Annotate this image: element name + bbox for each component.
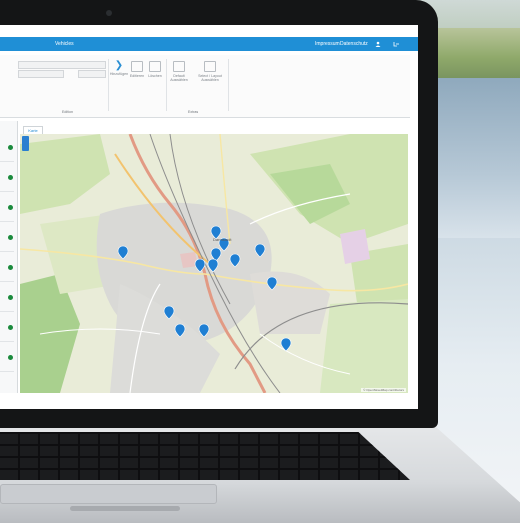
map-city-label: Darmstadt bbox=[213, 237, 232, 242]
datenschutz-link[interactable]: Datenschutz bbox=[340, 41, 368, 47]
list-item[interactable] bbox=[0, 135, 14, 162]
list-item[interactable] bbox=[0, 165, 14, 192]
list-item[interactable] bbox=[0, 345, 14, 372]
default-select-button[interactable]: Default Auswählen bbox=[168, 61, 190, 82]
list-item[interactable] bbox=[0, 195, 14, 222]
status-dot bbox=[8, 355, 13, 360]
map-view[interactable]: Darmstadt © OpenStreetMap contributors bbox=[20, 134, 408, 393]
edit-icon bbox=[131, 61, 143, 72]
status-dot bbox=[8, 175, 13, 180]
ribbon-toolbar: ❯ Hinzufügen Editieren Löschen Default A… bbox=[0, 55, 410, 118]
status-dot bbox=[8, 295, 13, 300]
ribbon-group-label-2: Extras bbox=[188, 110, 199, 114]
filter-icon bbox=[173, 61, 185, 72]
ribbon-field-2[interactable] bbox=[18, 70, 64, 78]
map-attribution: © OpenStreetMap contributors bbox=[361, 388, 406, 392]
ribbon-group-label: Edition bbox=[62, 110, 73, 114]
zoom-control[interactable] bbox=[22, 136, 29, 151]
delete-button-label: Löschen bbox=[148, 74, 162, 78]
laptop-trackpad bbox=[0, 484, 217, 504]
default-select-label: Default Auswählen bbox=[170, 74, 188, 82]
list-item[interactable] bbox=[0, 285, 14, 312]
layout-select-button[interactable]: Select / Layout Auswählen bbox=[194, 61, 226, 82]
list-item[interactable] bbox=[0, 255, 14, 282]
tab-map[interactable]: Karte bbox=[23, 126, 43, 134]
map-canvas bbox=[20, 134, 408, 393]
app-titlebar: Vehicles Impressum Datenschutz bbox=[0, 37, 418, 51]
delete-button[interactable]: Löschen bbox=[144, 61, 166, 78]
app-title: Vehicles bbox=[55, 41, 74, 47]
logout-icon[interactable] bbox=[393, 41, 401, 47]
status-dot bbox=[8, 265, 13, 270]
delete-icon bbox=[149, 61, 161, 72]
arrow-icon: ❯ bbox=[114, 60, 124, 71]
laptop-front-lip bbox=[70, 506, 180, 511]
layout-icon bbox=[204, 61, 216, 72]
background-shore bbox=[430, 28, 520, 78]
list-item[interactable] bbox=[0, 315, 14, 342]
list-item[interactable] bbox=[0, 225, 14, 252]
user-icon[interactable] bbox=[375, 41, 383, 47]
laptop-screen: Vehicles Impressum Datenschutz ❯ Hinzufü… bbox=[0, 25, 418, 409]
laptop-keyboard bbox=[0, 432, 410, 480]
status-dot bbox=[8, 145, 13, 150]
ribbon-field-1[interactable] bbox=[18, 61, 106, 69]
ribbon-field-3[interactable] bbox=[78, 70, 106, 78]
status-dot bbox=[8, 205, 13, 210]
background-lake bbox=[430, 78, 520, 238]
left-panel bbox=[0, 121, 18, 393]
status-dot bbox=[8, 235, 13, 240]
impressum-link[interactable]: Impressum bbox=[315, 41, 340, 47]
layout-select-label: Select / Layout Auswählen bbox=[198, 74, 222, 82]
status-dot bbox=[8, 325, 13, 330]
edit-button-label: Editieren bbox=[129, 74, 145, 78]
webcam-icon bbox=[106, 10, 112, 16]
